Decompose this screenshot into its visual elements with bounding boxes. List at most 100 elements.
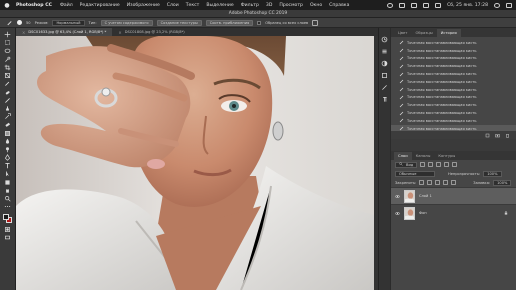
camera-snapshot-icon[interactable] [495,133,500,138]
tab-layers[interactable]: Слои [394,152,412,160]
blend-mode-select[interactable]: Обычные [395,170,435,177]
shape-tool-icon[interactable] [3,178,13,186]
menu-window[interactable]: Окно [310,3,322,8]
wifi-icon[interactable] [411,2,418,8]
panel-brushes-icon[interactable] [381,84,388,91]
tab-document-2[interactable]: × DSC01808.jpg @ 23,2% (RGB/8*) [112,28,190,36]
history-step[interactable]: Точечная восстанавливающая кисть [391,55,516,63]
tab-paths[interactable]: Контуры [434,152,459,160]
clock[interactable]: Сб, 25 янв. 17:28 [447,3,488,8]
history-brush-tool-icon[interactable] [3,113,13,121]
clone-stamp-tool-icon[interactable] [3,105,13,113]
healing-brush-icon[interactable] [5,19,13,26]
tab-swatches[interactable]: Образцы [411,29,436,37]
history-step[interactable]: Точечная восстанавливающая кисть [391,117,516,125]
pen-tool-icon[interactable] [3,154,13,162]
lock-all-icon[interactable] [451,180,457,185]
search-icon[interactable] [494,2,500,8]
tab-color[interactable]: Цвет [394,29,411,37]
pressure-size-icon[interactable] [312,19,319,26]
history-step[interactable]: Точечная восстанавливающая кисть [391,62,516,70]
panel-history-icon[interactable] [381,36,388,43]
content-aware-button[interactable]: С учетом содержимого [100,19,153,26]
hand-tool-icon[interactable] [3,187,13,195]
history-step[interactable]: Точечная восстанавливающая кисть [391,109,516,117]
layer-row[interactable]: Слой 1 [391,187,516,204]
menu-layers[interactable]: Слои [167,3,179,8]
tab-document-1[interactable]: × DSC01633.jpg @ 63,4% (Слой 1, RGB/8*) … [16,28,113,36]
menu-file[interactable]: Файл [60,3,73,8]
tab-channels[interactable]: Каналы [412,152,435,160]
menu-select[interactable]: Выделение [206,3,233,8]
lasso-tool-icon[interactable] [3,47,13,55]
opacity-input[interactable]: 100% [483,170,502,177]
eyedropper-tool-icon[interactable] [3,80,13,88]
visibility-eye-icon[interactable] [395,194,400,199]
new-document-from-state-icon[interactable] [485,133,490,138]
menu-image[interactable]: Изображение [127,3,160,8]
history-step[interactable]: Точечная восстанавливающая кисть [391,39,516,47]
record-icon[interactable] [387,2,394,8]
layer-name[interactable]: Слой 1 [419,194,432,198]
type-tool-icon[interactable] [3,162,13,170]
screen-mode-icon[interactable] [3,234,13,242]
fill-input[interactable]: 100% [493,179,512,186]
battery-icon[interactable] [423,2,430,8]
frame-tool-icon[interactable] [3,72,13,80]
layer-name[interactable]: Фон [419,211,427,215]
document-canvas[interactable] [16,36,378,290]
airplay-icon[interactable] [399,2,406,8]
history-step[interactable]: Точечная восстанавливающая кисть [391,78,516,86]
color-swatches[interactable] [2,213,14,225]
layer-row[interactable]: Фон [391,204,516,221]
lock-artboard-icon[interactable] [443,180,449,185]
trash-icon[interactable] [505,133,510,138]
panel-properties-icon[interactable] [381,48,388,55]
history-step[interactable]: Точечная восстанавливающая кисть [391,101,516,109]
more-tools-icon[interactable] [3,203,13,211]
lock-transparent-icon[interactable] [419,180,425,185]
brush-preset-picker[interactable] [17,20,22,25]
brush-tool-icon[interactable] [3,97,13,105]
menu-edit[interactable]: Редактирование [80,3,120,8]
blur-tool-icon[interactable] [3,137,13,145]
lock-position-icon[interactable] [435,180,441,185]
tab-close-icon[interactable]: × [22,30,25,35]
menu-help[interactable]: Справка [329,3,349,8]
visibility-eye-icon[interactable] [395,211,400,216]
filter-pixel-icon[interactable] [420,162,426,167]
history-step[interactable]: Точечная восстанавливающая кисть [391,70,516,78]
crop-tool-icon[interactable] [3,64,13,72]
lock-image-icon[interactable] [427,180,433,185]
path-select-tool-icon[interactable] [3,170,13,178]
layer-filter-select[interactable]: Вид [395,161,418,168]
marquee-tool-icon[interactable] [3,39,13,47]
zoom-tool-icon[interactable] [3,195,13,203]
quick-mask-icon[interactable] [3,226,13,234]
gradient-tool-icon[interactable] [3,129,13,137]
keyboard-layout-icon[interactable] [435,2,442,8]
filter-adjustment-icon[interactable] [428,162,434,167]
panel-adjustments-icon[interactable] [381,60,388,67]
create-texture-button[interactable]: Создание текстуры [156,19,202,26]
control-center-icon[interactable] [506,2,512,8]
dodge-tool-icon[interactable] [3,146,13,154]
mode-select[interactable]: Нормальный [52,19,85,26]
tab-history[interactable]: История [436,29,461,37]
eraser-tool-icon[interactable] [3,121,13,129]
history-step[interactable]: Точечная восстанавливающая кисть [391,86,516,94]
menu-app-name[interactable]: Photoshop CC [16,3,52,8]
quick-select-tool-icon[interactable] [3,56,13,64]
move-tool-icon[interactable] [3,31,13,39]
apple-icon[interactable]: ● [4,2,10,9]
sample-all-layers-checkbox[interactable] [257,20,262,25]
foreground-color-swatch[interactable] [2,214,9,221]
history-step[interactable]: Точечная восстанавливающая кисть [391,94,516,102]
menu-filter[interactable]: Фильтр [241,3,259,8]
panel-libraries-icon[interactable] [381,72,388,79]
panel-paragraph-icon[interactable] [381,96,388,103]
history-step[interactable]: Точечная восстанавливающая кисть [391,47,516,55]
proximity-match-button[interactable]: Соотв. приближения [205,19,254,26]
filter-smart-icon[interactable] [452,162,458,167]
tab-close-icon[interactable]: × [118,30,121,35]
